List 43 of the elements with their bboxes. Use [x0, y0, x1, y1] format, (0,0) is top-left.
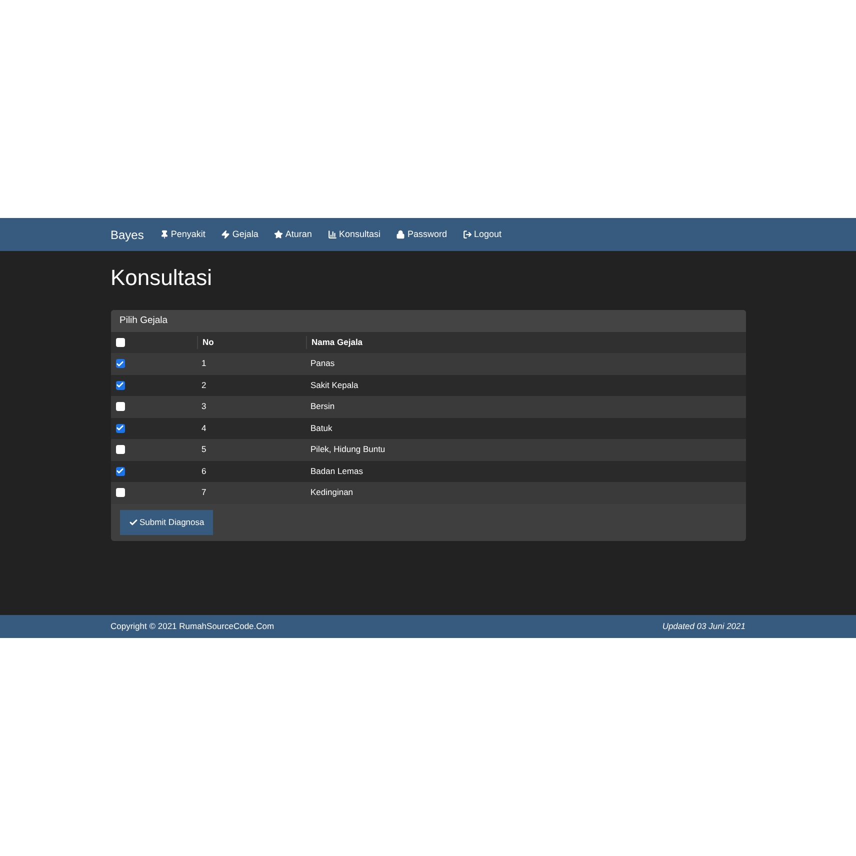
table-cell-text: Batuk [310, 422, 332, 435]
checkbox[interactable] [116, 380, 124, 390]
column-header: No [196, 336, 306, 349]
updated-text: Updated 03 Juni 2021 [662, 620, 746, 633]
column-header: Nama Gejala [306, 336, 363, 349]
table-cell-text: Panas [310, 357, 335, 370]
checkbox[interactable] [116, 466, 124, 476]
pin-icon [160, 230, 169, 239]
table-cell-text: 3 [200, 400, 208, 414]
bar-chart-icon [328, 230, 337, 239]
panel-heading: Pilih Gejala [110, 310, 746, 332]
table-cell-text: 4 [200, 422, 208, 435]
page-title: Konsultasi [110, 264, 214, 292]
nav-link[interactable]: Konsultasi [328, 228, 380, 242]
table-cell-text: Sakit Kepala [310, 378, 358, 392]
nav-link[interactable]: Password [396, 228, 447, 242]
nav-link[interactable]: Logout [462, 228, 502, 242]
table-cell-text: 2 [200, 378, 208, 392]
table-cell-text: Kedinginan [310, 486, 354, 500]
bolt-icon [221, 230, 230, 239]
nav-link[interactable]: Aturan [274, 228, 312, 242]
checkbox[interactable] [116, 488, 124, 498]
table-cell-text: 7 [200, 486, 208, 500]
table-cell-text: 5 [200, 443, 208, 456]
logout-icon [462, 230, 472, 239]
checkbox[interactable] [116, 359, 124, 368]
table-cell-text: Pilek, Hidung Buntu [310, 443, 386, 456]
nav-link[interactable]: Gejala [221, 228, 258, 242]
copyright-text: Copyright © 2021 RumahSourceCode.Com [110, 620, 274, 633]
nav-link[interactable]: Penyakit [160, 228, 206, 242]
checkbox[interactable] [116, 445, 124, 454]
checkbox[interactable] [116, 402, 124, 412]
check-icon [128, 518, 138, 526]
checkbox[interactable] [116, 424, 124, 433]
checkbox[interactable] [116, 338, 124, 347]
brand-link[interactable]: Bayes [110, 226, 144, 244]
table-cell-text: Bersin [310, 400, 335, 414]
submit-button[interactable]: Submit Diagnosa [120, 510, 214, 534]
table-cell-text: Badan Lemas [310, 464, 363, 478]
table-cell-text: 6 [200, 464, 208, 478]
lock-icon [396, 230, 406, 239]
table-cell-text: 1 [200, 357, 208, 370]
star-icon [274, 230, 284, 239]
